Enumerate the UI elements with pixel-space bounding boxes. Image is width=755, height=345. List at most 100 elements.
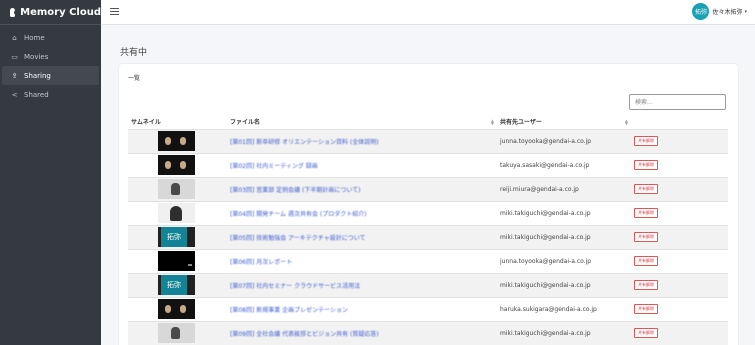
thumbnail-cell — [128, 200, 227, 225]
action-cell: 共有解除 — [631, 128, 728, 153]
email-cell: miki.takiguchi@gendai-a.co.jp — [497, 200, 631, 225]
chevron-down-icon: ▾ — [744, 8, 747, 15]
column-header-thumbnail: サムネイル — [128, 115, 227, 130]
thumbnail-cell — [128, 296, 227, 321]
brand-name: Memory Cloud — [20, 6, 101, 18]
table-row: [第01回] 新卒研修 オリエンテーション資料 (全体説明) junna.toyo… — [128, 128, 728, 153]
shared-list-card: 一覧 サムネイル ファイル名▲▼ 共有先ユーザー▲▼ [第01回] 新卒研修 オ… — [119, 64, 738, 345]
file-name-link[interactable]: [第05回] 技術勉強会 アーキテクチャ設計について — [230, 233, 494, 242]
shared-user-email: miki.takiguchi@gendai-a.co.jp — [500, 281, 591, 289]
page-title: 共有中 — [120, 48, 148, 58]
table-row: 拓弥 [第07回] 社内セミナー クラウドサービス活用法 miki.takiguch… — [128, 272, 728, 297]
home-icon: ⌂ — [12, 33, 17, 42]
action-cell: 共有解除 — [631, 272, 728, 297]
action-cell: 共有解除 — [631, 176, 728, 201]
video-thumbnail[interactable] — [158, 323, 195, 344]
shared-user-email: miki.takiguchi@gendai-a.co.jp — [500, 233, 591, 241]
unshare-button[interactable]: 共有解除 — [634, 136, 658, 146]
sidebar-item-label: Movies — [24, 52, 49, 61]
thumbnail-cell — [128, 176, 227, 201]
sidebar-item-shared[interactable]: < Shared — [2, 85, 99, 104]
file-name-cell: [第06回] 月次レポート — [227, 248, 497, 273]
file-name-link[interactable]: [第07回] 社内セミナー クラウドサービス活用法 — [230, 281, 494, 290]
thumbnail-cell — [128, 248, 227, 273]
user-name: 佐々木拓弥 — [712, 9, 743, 16]
video-thumbnail[interactable] — [158, 179, 195, 199]
menu-toggle-icon[interactable] — [110, 8, 119, 15]
video-thumbnail[interactable] — [158, 251, 195, 271]
unshare-button[interactable]: 共有解除 — [634, 328, 658, 339]
user-menu[interactable]: 拓弥 佐々木拓弥 ▾ — [692, 3, 747, 20]
topbar: 拓弥 佐々木拓弥 ▾ — [101, 0, 755, 25]
email-cell: junna.toyooka@gendai-a.co.jp — [497, 128, 631, 153]
unshare-button[interactable]: 共有解除 — [634, 280, 658, 290]
file-name-cell: [第03回] 営業部 定例会議 (下半期計画について) — [227, 176, 497, 201]
shared-user-email: takuya.sasaki@gendai-a.co.jp — [500, 161, 590, 169]
table-row: [第09回] 全社会議 代表挨拶とビジョン共有 (質疑応答) miki.takig… — [128, 320, 728, 345]
file-name-link[interactable]: [第02回] 社内ミーティング 録画 — [230, 161, 494, 170]
video-thumbnail[interactable]: 拓弥 — [158, 227, 195, 247]
table-row: [第04回] 開発チーム 週次共有会 (プロダクト紹介) miki.takiguc… — [128, 200, 728, 225]
unshare-button[interactable]: 共有解除 — [634, 304, 658, 314]
file-name-cell: [第02回] 社内ミーティング 録画 — [227, 152, 497, 177]
sidebar-item-label: Sharing — [24, 71, 51, 80]
sidebar: Memory Cloud ⌂ Home ▭ Movies ⇪ Sharing <… — [0, 0, 101, 345]
table-row: [第08回] 新規事業 企画プレゼンテーション haruka.sukigara@g… — [128, 296, 728, 321]
table-header-row: サムネイル ファイル名 ▲ ▼ 共有先ユーザー ▲ ▼ — [128, 115, 728, 130]
sidebar-item-home[interactable]: ⌂ Home — [2, 28, 99, 47]
video-thumbnail[interactable] — [158, 131, 195, 151]
sort-icon: ▲ ▼ — [624, 118, 628, 126]
unshare-button[interactable]: 共有解除 — [634, 256, 658, 266]
file-name-link[interactable]: [第08回] 新規事業 企画プレゼンテーション — [230, 305, 494, 314]
action-cell: 共有解除 — [631, 320, 728, 345]
action-cell: 共有解除 — [631, 248, 728, 273]
unshare-button[interactable]: 共有解除 — [634, 184, 658, 194]
email-cell: miki.takiguchi@gendai-a.co.jp — [497, 272, 631, 297]
share-nodes-icon: < — [11, 90, 18, 99]
table-row: [第02回] 社内ミーティング 録画 takuya.sasaki@gendai-a… — [128, 152, 728, 177]
action-cell: 共有解除 — [631, 224, 728, 249]
file-name-link[interactable]: [第09回] 全社会議 代表挨拶とビジョン共有 (質疑応答) — [230, 329, 494, 338]
unshare-button[interactable]: 共有解除 — [634, 208, 658, 218]
table-row: 拓弥 [第05回] 技術勉強会 アーキテクチャ設計について miki.takiguc… — [128, 224, 728, 249]
file-name-cell: [第01回] 新卒研修 オリエンテーション資料 (全体説明) — [227, 128, 497, 153]
brand[interactable]: Memory Cloud — [0, 0, 101, 25]
file-name-cell: [第09回] 全社会議 代表挨拶とビジョン共有 (質疑応答) — [227, 320, 497, 345]
table-row: [第03回] 営業部 定例会議 (下半期計画について) reiji.miura@g… — [128, 176, 728, 201]
file-name-cell: [第08回] 新規事業 企画プレゼンテーション — [227, 296, 497, 321]
column-header-shared-user[interactable]: 共有先ユーザー ▲ ▼ — [497, 115, 631, 130]
search-input[interactable] — [629, 94, 726, 110]
shared-files-table: サムネイル ファイル名 ▲ ▼ 共有先ユーザー ▲ ▼ [第01回] 新卒研修 オリエン… — [128, 115, 728, 345]
action-cell: 共有解除 — [631, 296, 728, 321]
file-name-link[interactable]: [第06回] 月次レポート — [230, 257, 494, 266]
email-cell: junna.toyooka@gendai-a.co.jp — [497, 248, 631, 273]
file-name-cell: [第05回] 技術勉強会 アーキテクチャ設計について — [227, 224, 497, 249]
table-row: [第06回] 月次レポート junna.toyooka@gendai-a.co.j… — [128, 248, 728, 273]
sidebar-item-movies[interactable]: ▭ Movies — [2, 47, 99, 66]
column-header-actions — [631, 115, 728, 130]
action-cell: 共有解除 — [631, 200, 728, 225]
video-thumbnail[interactable] — [158, 155, 195, 175]
file-name-link[interactable]: [第03回] 営業部 定例会議 (下半期計画について) — [230, 185, 494, 194]
card-title: 一覧 — [128, 75, 141, 82]
video-thumbnail[interactable]: 拓弥 — [158, 275, 195, 295]
email-cell: haruka.sukigara@gendai-a.co.jp — [497, 296, 631, 321]
column-header-file-name[interactable]: ファイル名 ▲ ▼ — [227, 115, 497, 130]
video-thumbnail[interactable] — [158, 203, 195, 223]
video-icon: ▭ — [11, 52, 18, 61]
email-cell: miki.takiguchi@gendai-a.co.jp — [497, 320, 631, 345]
file-name-link[interactable]: [第01回] 新卒研修 オリエンテーション資料 (全体説明) — [230, 137, 494, 146]
action-cell: 共有解除 — [631, 152, 728, 177]
sidebar-nav: ⌂ Home ▭ Movies ⇪ Sharing < Shared — [0, 25, 101, 104]
thumbnail-cell — [128, 152, 227, 177]
sidebar-item-label: Home — [24, 33, 45, 42]
sidebar-item-sharing[interactable]: ⇪ Sharing — [2, 66, 99, 85]
file-name-link[interactable]: [第04回] 開発チーム 週次共有会 (プロダクト紹介) — [230, 209, 494, 218]
thumbnail-cell — [128, 320, 227, 345]
avatar: 拓弥 — [692, 3, 710, 20]
unshare-button[interactable]: 共有解除 — [634, 160, 658, 170]
thumbnail-cell: 拓弥 — [128, 272, 227, 297]
unshare-button[interactable]: 共有解除 — [634, 232, 658, 242]
shared-user-email: junna.toyooka@gendai-a.co.jp — [500, 137, 592, 145]
video-thumbnail[interactable] — [158, 299, 195, 319]
